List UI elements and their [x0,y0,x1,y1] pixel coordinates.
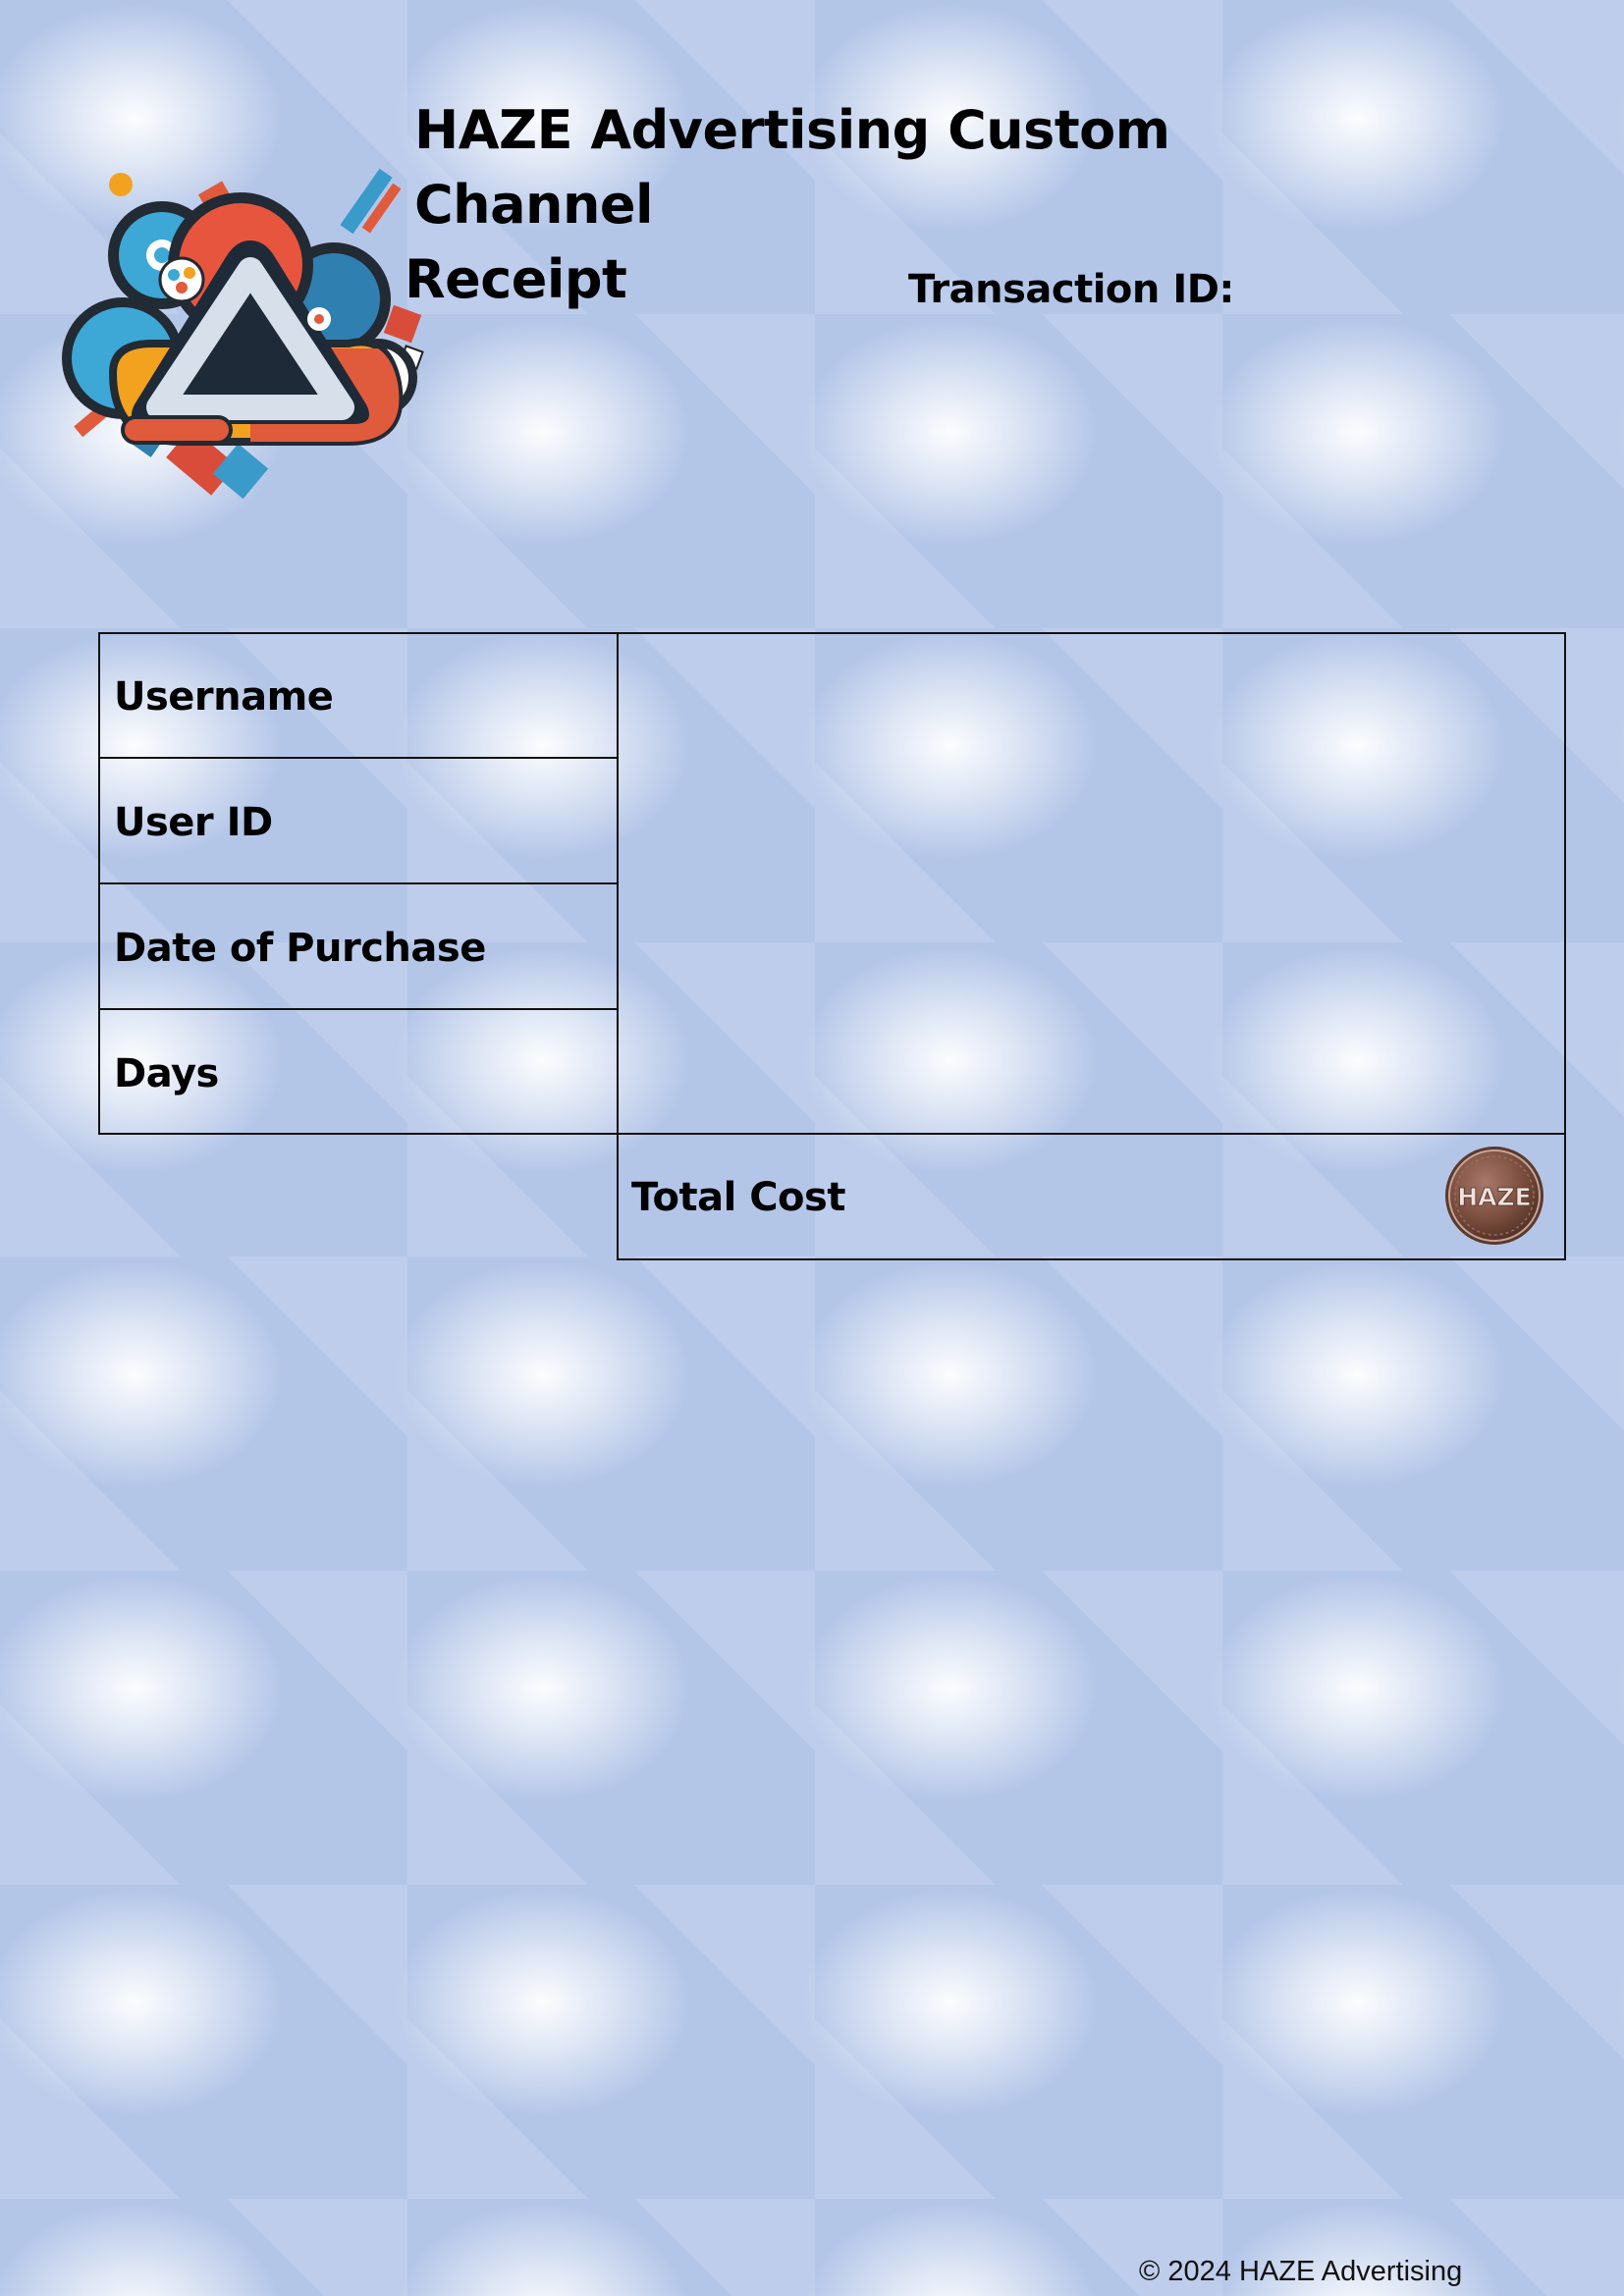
date-of-purchase-label: Date of Purchase [114,926,486,971]
details-value-cell [617,632,1566,1135]
page-title-line-1: HAZE Advertising Custom Channel [414,99,1170,236]
transaction-id-label: Transaction ID: [908,267,1234,312]
haze-logo-icon [62,168,424,500]
page-title: HAZE Advertising Custom Channel Receipt [405,93,1386,317]
coin-text: HAZE [1457,1183,1531,1211]
page-title-line-2: Receipt [405,248,627,310]
haze-coin-icon: HAZE [1445,1147,1543,1245]
days-label: Days [114,1051,219,1096]
username-label: Username [114,674,334,720]
user-id-label: User ID [114,800,273,845]
footer-copyright: © 2024 HAZE Advertising [1139,2256,1463,2287]
total-cost-label: Total Cost [631,1175,845,1220]
